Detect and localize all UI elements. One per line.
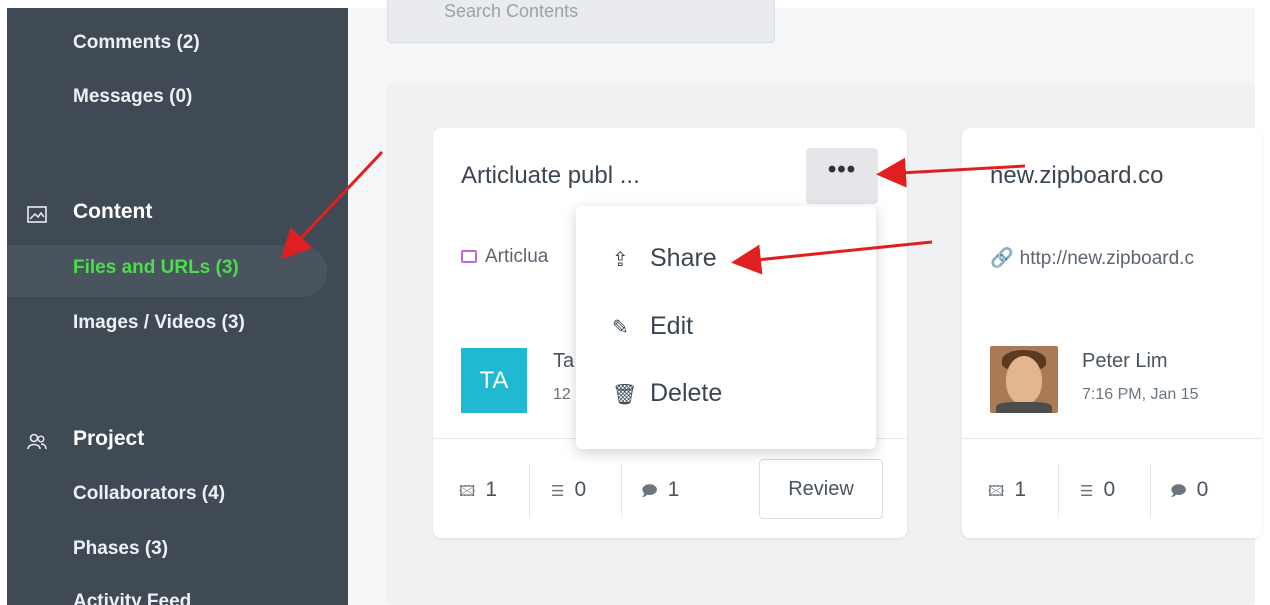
card-title[interactable]: new.zipboard.co xyxy=(990,162,1163,190)
folder-icon xyxy=(461,250,477,263)
stat-comments-count: 1 xyxy=(667,478,680,501)
menu-item-share-label: Share xyxy=(650,244,717,272)
avatar-face xyxy=(1006,356,1042,404)
list-icon: ☰ xyxy=(551,483,565,500)
review-button[interactable]: Review xyxy=(759,459,883,519)
menu-item-delete[interactable]: 🗑 Delete xyxy=(612,379,722,408)
user-name: Ta xyxy=(553,350,575,372)
sidebar-item-phases[interactable]: Phases (3) xyxy=(73,538,168,560)
stat-separator xyxy=(529,464,530,518)
stat-tasks: ☰ 0 xyxy=(1080,478,1115,502)
sidebar-item-files-and-urls[interactable]: Files and URLs (3) xyxy=(73,257,239,279)
list-icon: ☰ xyxy=(1080,483,1094,500)
stat-images-count: 1 xyxy=(485,478,498,501)
card-title[interactable]: Articluate publ ... xyxy=(461,162,640,190)
image-icon xyxy=(27,206,47,223)
sidebar: Comments (2) Messages (0) Content Files … xyxy=(7,8,348,605)
image-icon: 🖾 xyxy=(988,483,1005,500)
sidebar-item-comments[interactable]: Comments (2) xyxy=(73,32,200,54)
search-placeholder: Search Contents xyxy=(444,1,579,21)
user-name: Peter Lim xyxy=(1082,350,1168,372)
stat-comments: 🗩 1 xyxy=(641,478,679,506)
stat-tasks-count: 0 xyxy=(1103,478,1116,501)
avatar xyxy=(990,346,1058,413)
stat-comments-count: 0 xyxy=(1196,478,1209,501)
sidebar-section-project: Project xyxy=(73,427,145,450)
user-timestamp: 12 xyxy=(553,386,571,403)
app-frame: Comments (2) Messages (0) Content Files … xyxy=(0,0,1270,605)
sidebar-section-content: Content xyxy=(73,200,153,223)
stat-tasks-count: 0 xyxy=(574,478,587,501)
avatar: TA xyxy=(461,348,527,413)
sidebar-item-messages[interactable]: Messages (0) xyxy=(73,86,192,108)
share-icon: ⇪ xyxy=(612,249,629,271)
menu-item-share[interactable]: ⇪ Share xyxy=(612,244,717,273)
user-timestamp: 7:16 PM, Jan 15 xyxy=(1082,386,1199,403)
content-card[interactable]: new.zipboard.co 🔗 http://new.zipboard.c P… xyxy=(962,128,1262,538)
card-folder-label: Articlua xyxy=(485,246,549,267)
more-options-button[interactable]: ••• xyxy=(806,148,878,204)
card-url[interactable]: 🔗 http://new.zipboard.c xyxy=(990,246,1194,270)
card-options-menu: ⇪ Share ✎ Edit 🗑 Delete xyxy=(576,206,876,449)
card-divider xyxy=(962,438,1262,439)
stat-separator xyxy=(1150,464,1151,518)
avatar-shirt xyxy=(996,402,1052,413)
card-url-label[interactable]: http://new.zipboard.c xyxy=(1020,248,1194,269)
comment-icon: 🗩 xyxy=(1170,483,1187,500)
link-icon: 🔗 xyxy=(990,248,1014,269)
menu-item-edit-label: Edit xyxy=(650,312,694,340)
users-icon xyxy=(27,433,47,450)
search-input[interactable]: Search Contents xyxy=(387,0,775,43)
stat-tasks: ☰ 0 xyxy=(551,478,586,502)
stat-separator xyxy=(1058,464,1059,518)
card-folder: Articlua xyxy=(461,246,548,268)
menu-item-edit[interactable]: ✎ Edit xyxy=(612,312,693,341)
stat-images: 🖾 1 xyxy=(459,478,497,506)
sidebar-item-activity-feed[interactable]: Activity Feed xyxy=(73,591,191,605)
image-icon: 🖾 xyxy=(459,483,476,500)
comment-icon: 🗩 xyxy=(641,483,658,500)
menu-item-delete-label: Delete xyxy=(650,379,723,407)
sidebar-item-images-videos[interactable]: Images / Videos (3) xyxy=(73,312,245,334)
stat-separator xyxy=(621,464,622,518)
sidebar-item-collaborators[interactable]: Collaborators (4) xyxy=(73,483,225,505)
stat-comments: 🗩 0 xyxy=(1170,478,1208,506)
trash-icon: 🗑 xyxy=(612,384,638,406)
stat-images: 🖾 1 xyxy=(988,478,1026,506)
stat-images-count: 1 xyxy=(1014,478,1027,501)
pencil-icon: ✎ xyxy=(612,317,629,339)
